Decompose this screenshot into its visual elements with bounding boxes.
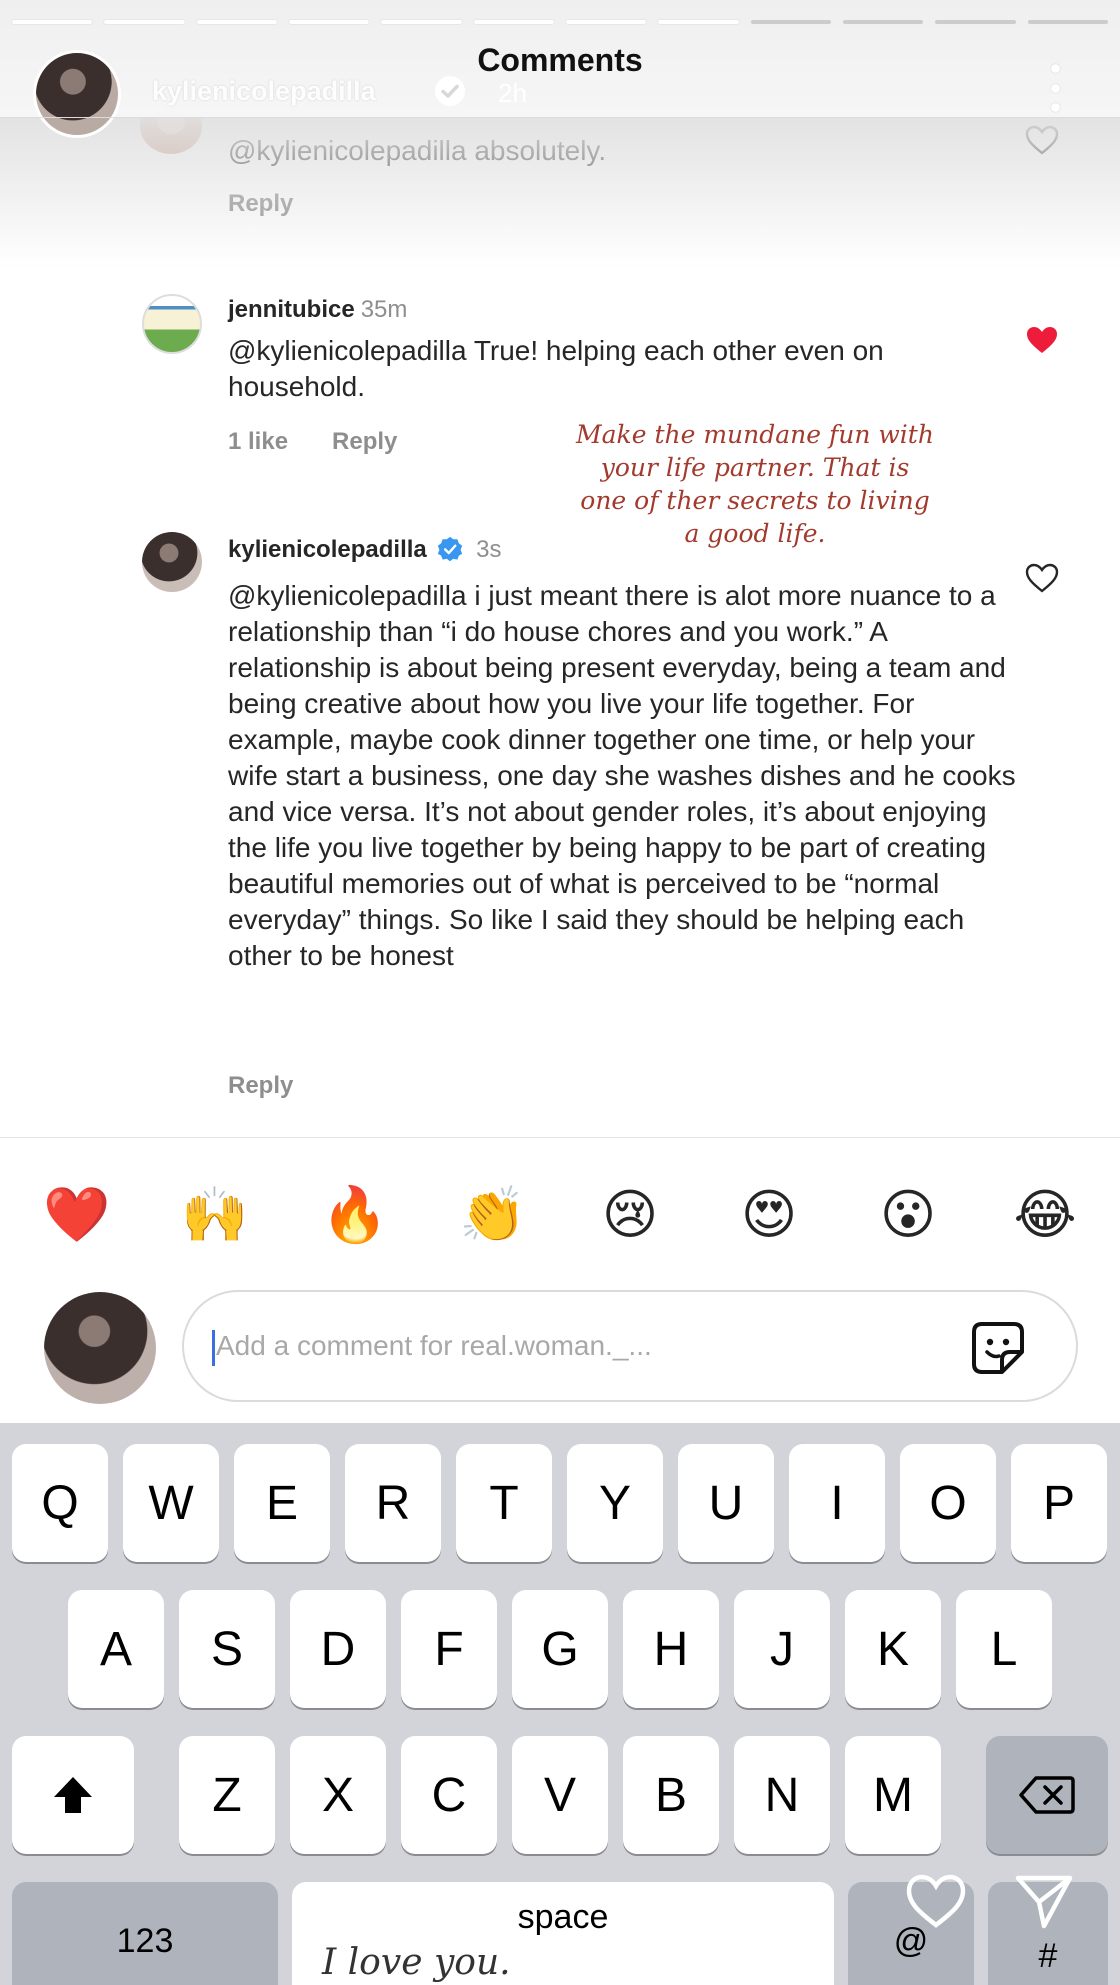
comment-author[interactable]: kylienicolepadilla 3s bbox=[228, 536, 501, 564]
emoji-heart-eyes[interactable]: 😍 bbox=[737, 1183, 801, 1247]
story-author-username[interactable]: kylienicolepadilla bbox=[152, 76, 376, 107]
shift-key[interactable] bbox=[12, 1736, 134, 1854]
commenter-avatar[interactable] bbox=[142, 532, 202, 592]
key-k[interactable]: K bbox=[845, 1590, 941, 1708]
story-like-heart-icon[interactable] bbox=[904, 1872, 968, 1930]
comment-timestamp: 35m bbox=[360, 296, 408, 323]
comment-text: @kylienicolepadilla i just meant there i… bbox=[228, 580, 1016, 971]
progress-segment bbox=[1027, 20, 1108, 24]
like-heart-icon[interactable] bbox=[1024, 124, 1060, 156]
progress-segment bbox=[196, 20, 277, 24]
key-h[interactable]: H bbox=[623, 1590, 719, 1708]
emoji-laughing-tears[interactable]: 😂 bbox=[1013, 1183, 1077, 1247]
key-n[interactable]: N bbox=[734, 1736, 830, 1854]
current-user-avatar bbox=[44, 1292, 156, 1404]
likes-count[interactable]: 1 like bbox=[228, 428, 288, 456]
progress-segment bbox=[104, 20, 185, 24]
comment-input-placeholder: Add a comment for real.woman._... bbox=[216, 1330, 652, 1361]
progress-segment bbox=[658, 20, 739, 24]
key-d[interactable]: D bbox=[290, 1590, 386, 1708]
progress-segment bbox=[842, 20, 924, 24]
page-title: Comments bbox=[477, 42, 643, 78]
key-w[interactable]: W bbox=[123, 1444, 219, 1562]
comment-username[interactable]: kylienicolepadilla bbox=[228, 536, 427, 563]
story-caption-text: I love you. bbox=[322, 1942, 511, 1983]
reply-button[interactable]: Reply bbox=[228, 1072, 293, 1100]
key-q[interactable]: Q bbox=[12, 1444, 108, 1562]
emoji-reaction-bar: ❤️ 🙌 🔥 👏 😢 😍 😮 😂 bbox=[0, 1137, 1120, 1287]
verified-badge-icon bbox=[435, 76, 465, 106]
comment-actions: 1 like Reply bbox=[228, 428, 397, 456]
key-f[interactable]: F bbox=[401, 1590, 497, 1708]
key-l[interactable]: L bbox=[956, 1590, 1052, 1708]
comment-author[interactable]: jennitubice 35m bbox=[228, 296, 407, 324]
commenter-avatar[interactable] bbox=[142, 294, 202, 354]
progress-segment bbox=[381, 20, 462, 24]
key-a[interactable]: A bbox=[68, 1590, 164, 1708]
shift-arrow-icon bbox=[54, 1777, 92, 1813]
key-y[interactable]: Y bbox=[567, 1444, 663, 1562]
key-b[interactable]: B bbox=[623, 1736, 719, 1854]
progress-segment bbox=[750, 20, 831, 24]
comment-text: @kylienicolepadilla True! helping each o… bbox=[228, 335, 884, 402]
progress-segment bbox=[12, 20, 93, 24]
send-icon[interactable] bbox=[1012, 1872, 1076, 1930]
key-e[interactable]: E bbox=[234, 1444, 330, 1562]
key-t[interactable]: T bbox=[456, 1444, 552, 1562]
progress-segment bbox=[935, 20, 1016, 24]
key-z[interactable]: Z bbox=[179, 1736, 275, 1854]
story-author-avatar[interactable] bbox=[33, 50, 121, 138]
progress-segment bbox=[473, 20, 554, 24]
reply-button[interactable]: Reply bbox=[332, 428, 397, 456]
key-j[interactable]: J bbox=[734, 1590, 830, 1708]
emoji-surprised-face[interactable]: 😮 bbox=[876, 1183, 940, 1247]
verified-badge-icon bbox=[438, 536, 463, 562]
like-heart-icon[interactable] bbox=[1024, 562, 1060, 594]
key-r[interactable]: R bbox=[345, 1444, 441, 1562]
key-s[interactable]: S bbox=[179, 1590, 275, 1708]
key-m[interactable]: M bbox=[845, 1736, 941, 1854]
numbers-key[interactable]: 123 bbox=[12, 1882, 278, 1985]
key-v[interactable]: V bbox=[512, 1736, 608, 1854]
comment-text: @kylienicolepadilla absolutely. bbox=[228, 135, 607, 166]
emoji-clapping-hands[interactable]: 👏 bbox=[459, 1183, 526, 1247]
delete-key[interactable] bbox=[986, 1736, 1108, 1854]
key-o[interactable]: O bbox=[900, 1444, 996, 1562]
liked-heart-icon[interactable] bbox=[1024, 324, 1060, 356]
sticker-icon[interactable] bbox=[968, 1318, 1028, 1378]
comment-username[interactable]: jennitubice bbox=[228, 296, 355, 323]
emoji-crying-face[interactable]: 😢 bbox=[598, 1183, 662, 1247]
progress-segment bbox=[565, 20, 647, 24]
key-u[interactable]: U bbox=[678, 1444, 774, 1562]
emoji-red-heart[interactable]: ❤️ bbox=[43, 1183, 110, 1247]
story-text-overlay: Make the mundane fun with your life part… bbox=[576, 420, 934, 548]
progress-segment bbox=[288, 20, 370, 24]
comment-actions: Reply bbox=[228, 1072, 293, 1100]
key-x[interactable]: X bbox=[290, 1736, 386, 1854]
story-timestamp: 2h bbox=[498, 78, 527, 108]
backspace-icon bbox=[1019, 1776, 1075, 1814]
comment-actions: Reply bbox=[228, 190, 293, 218]
reply-button[interactable]: Reply bbox=[228, 190, 293, 218]
comment-timestamp: 3s bbox=[476, 536, 502, 563]
divider bbox=[0, 117, 1120, 118]
emoji-raising-hands[interactable]: 🙌 bbox=[181, 1183, 248, 1247]
key-p[interactable]: P bbox=[1011, 1444, 1107, 1562]
key-c[interactable]: C bbox=[401, 1736, 497, 1854]
story-progress-bar bbox=[12, 20, 1108, 24]
key-i[interactable]: I bbox=[789, 1444, 885, 1562]
text-cursor bbox=[212, 1330, 215, 1366]
key-g[interactable]: G bbox=[512, 1590, 608, 1708]
more-options-icon[interactable] bbox=[1045, 64, 1065, 112]
emoji-fire[interactable]: 🔥 bbox=[321, 1183, 388, 1247]
